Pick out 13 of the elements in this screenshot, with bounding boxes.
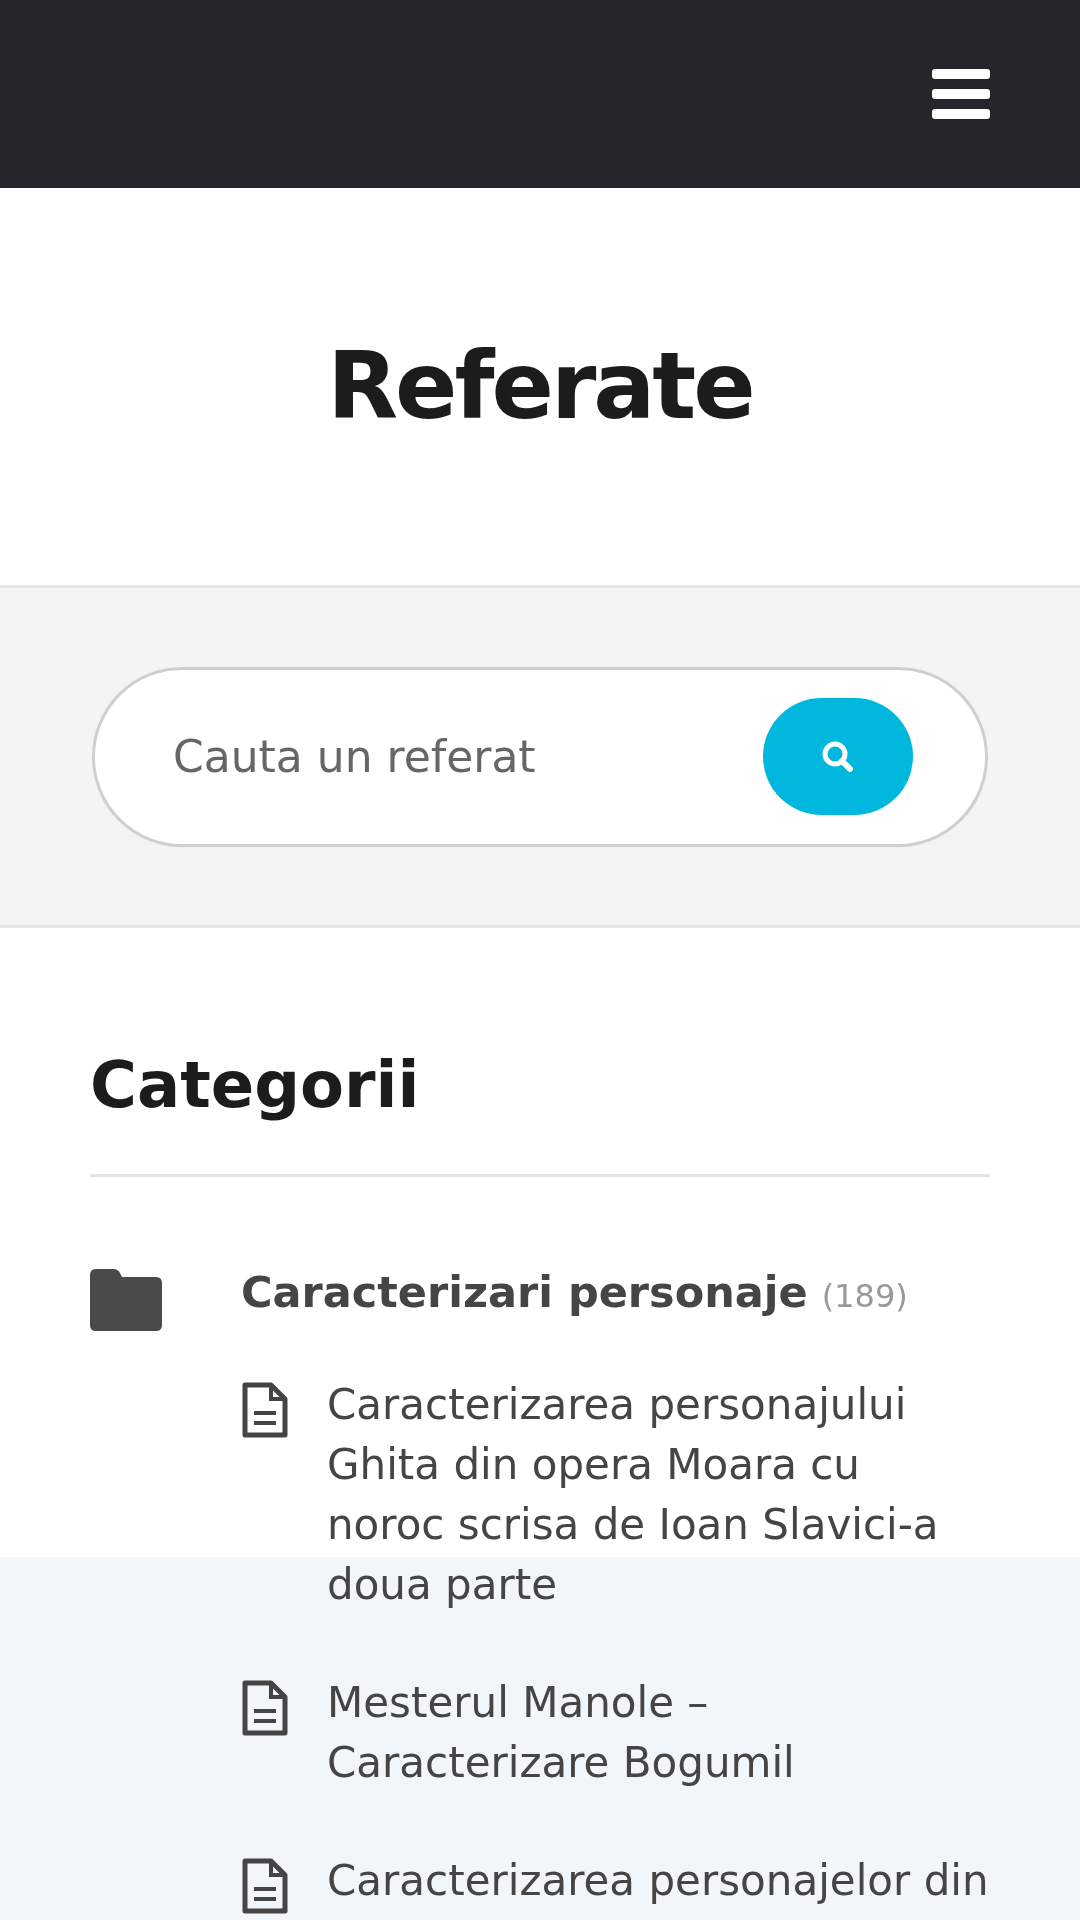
menu-icon[interactable] bbox=[932, 69, 990, 119]
section-heading: Categorii bbox=[90, 1048, 421, 1122]
item-count: (189) bbox=[821, 1277, 908, 1315]
article-link[interactable]: Mesterul Manole – Caracterizare Bogumil bbox=[327, 1673, 990, 1793]
article-link[interactable]: Caracterizarea personajelor din bbox=[327, 1851, 989, 1915]
document-icon bbox=[241, 1381, 289, 1439]
document-icon bbox=[241, 1857, 289, 1915]
category-link[interactable]: Caracterizari personaje bbox=[241, 1267, 808, 1317]
article-link[interactable]: Caracterizarea personajului Ghita din opera Moara cu noroc scrisa de Ioan Slavici-a doua parte bbox=[327, 1375, 990, 1615]
folder-icon bbox=[90, 1269, 162, 1331]
document-icon bbox=[241, 1679, 289, 1737]
page-title: Referate bbox=[327, 333, 753, 440]
search-field[interactable]: Cauta un referat bbox=[171, 730, 763, 783]
